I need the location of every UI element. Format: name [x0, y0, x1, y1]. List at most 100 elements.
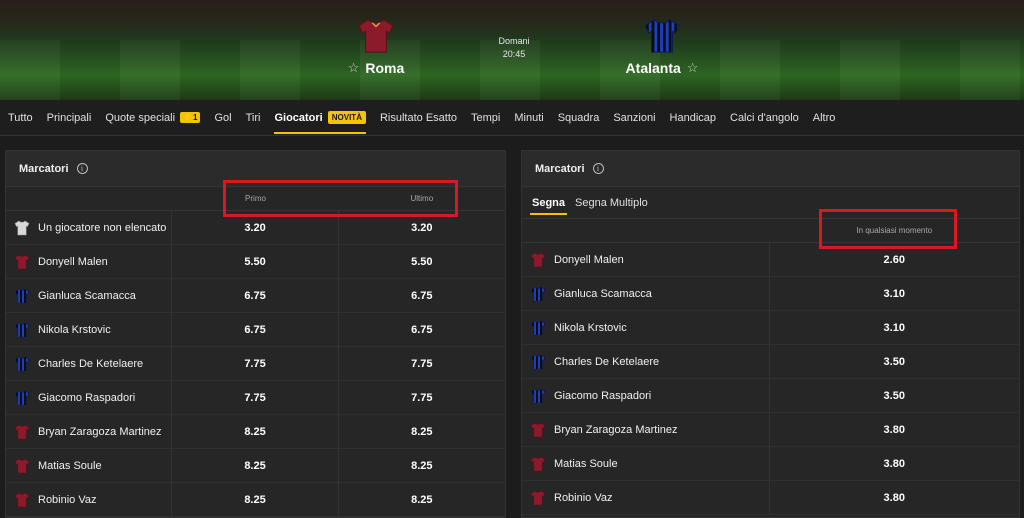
favorite-star-icon[interactable]: ☆: [687, 60, 699, 76]
roma-jersey-icon: [358, 19, 394, 53]
odd-last-button[interactable]: 6.75: [339, 279, 505, 313]
tab-handicap[interactable]: Handicap: [670, 100, 716, 136]
odd-anytime-button[interactable]: 3.10: [770, 311, 1019, 345]
player-name: Giacomo Raspadori: [554, 389, 652, 402]
subtab-segna[interactable]: Segna: [529, 187, 568, 219]
tab-sanzioni[interactable]: Sanzioni: [613, 100, 655, 136]
odd-last-button[interactable]: 7.75: [339, 381, 505, 415]
roma-jersey-icon: [530, 456, 546, 471]
scorer-row: Charles De Ketelaere 3.50: [522, 344, 1019, 379]
player-name: Gianluca Scamacca: [554, 287, 652, 300]
scorer-row: Giacomo Raspadori 7.75 7.75: [6, 380, 505, 415]
atalanta-jersey-icon: [530, 320, 546, 335]
scorer-row: Matias Soule 3.80: [522, 446, 1019, 481]
odd-first-button[interactable]: 3.20: [172, 210, 339, 245]
home-team-name: Roma: [365, 60, 405, 76]
atalanta-jersey-icon: [530, 354, 546, 369]
odd-first-button[interactable]: 5.50: [172, 244, 339, 279]
odd-anytime-button[interactable]: 3.50: [770, 379, 1019, 413]
marcatori-anytime-panel: Marcatori i Segna Segna Multiplo In qual…: [521, 150, 1020, 518]
roma-jersey-icon: [14, 458, 30, 473]
scorer-row: Gianluca Scamacca 3.10: [522, 276, 1019, 311]
odd-first-button[interactable]: 7.75: [172, 346, 339, 381]
match-time: Domani 20:45: [488, 35, 540, 61]
odd-anytime-button[interactable]: 3.80: [770, 447, 1019, 481]
subtab-segna-multiplo[interactable]: Segna Multiplo: [575, 187, 648, 219]
scorer-row: Robinio Vaz 3.80: [522, 480, 1019, 515]
player-name: Charles De Ketelaere: [38, 357, 144, 370]
odd-anytime-button[interactable]: 3.80: [770, 481, 1019, 515]
odd-last-button[interactable]: 7.75: [339, 347, 505, 381]
away-team: Atalanta ☆: [612, 18, 712, 76]
atalanta-jersey-icon: [14, 390, 30, 405]
column-header-anytime: In qualsiasi momento: [856, 226, 933, 235]
tab-risultato-esatto[interactable]: Risultato Esatto: [380, 100, 457, 136]
favorite-star-icon[interactable]: ☆: [348, 60, 360, 76]
scorer-row: Giacomo Raspadori 3.50: [522, 378, 1019, 413]
info-icon[interactable]: i: [76, 163, 88, 174]
odd-last-button[interactable]: 8.25: [339, 483, 505, 517]
odd-last-button[interactable]: 8.25: [339, 415, 505, 449]
tab-principali[interactable]: Principali: [47, 100, 92, 136]
atalanta-jersey-icon: [14, 356, 30, 371]
tab-giocatori[interactable]: Giocatori NOVITÀ: [274, 100, 366, 136]
player-cell: Nikola Krstovic: [6, 312, 173, 347]
info-icon[interactable]: i: [592, 163, 604, 174]
player-cell: Matias Soule: [522, 446, 770, 481]
tab-altro[interactable]: Altro: [813, 100, 836, 136]
odd-last-button[interactable]: 5.50: [339, 245, 505, 279]
tab-quote-speciali[interactable]: Quote speciali ⚡1: [105, 100, 201, 136]
player-cell: Giacomo Raspadori: [522, 378, 770, 413]
tab-tutto[interactable]: Tutto: [8, 100, 33, 136]
player-cell: Bryan Zaragoza Martinez: [6, 414, 173, 449]
player-cell: Robinio Vaz: [522, 480, 770, 515]
scorer-row: Robinio Vaz 8.25 8.25: [6, 482, 505, 517]
odd-first-button[interactable]: 8.25: [172, 482, 339, 517]
odd-anytime-button[interactable]: 2.60: [770, 243, 1019, 277]
marcatori-first-last-panel: Marcatori i Primo Ultimo Un giocatore no…: [5, 150, 506, 518]
away-team-name: Atalanta: [625, 60, 681, 76]
odd-first-button[interactable]: 6.75: [172, 278, 339, 313]
odd-anytime-button[interactable]: 3.10: [770, 277, 1019, 311]
panel-title: Marcatori: [19, 162, 69, 175]
roma-jersey-icon: [530, 422, 546, 437]
scorer-row: Donyell Malen 2.60: [522, 242, 1019, 277]
odd-first-button[interactable]: 8.25: [172, 414, 339, 449]
tab-tiri[interactable]: Tiri: [246, 100, 261, 136]
odd-anytime-button[interactable]: 3.80: [770, 413, 1019, 447]
odd-first-button[interactable]: 6.75: [172, 312, 339, 347]
scorer-row: Charles De Ketelaere 7.75 7.75: [6, 346, 505, 381]
match-hour: 20:45: [502, 49, 526, 59]
scorer-list: Donyell Malen 2.60 Gianluca Scamacca 3.10 Ni…: [522, 242, 1019, 515]
scorer-list: Un giocatore non elencato 3.20 3.20 Donyell…: [6, 210, 505, 517]
panel-header: Marcatori i: [6, 151, 505, 187]
odd-anytime-button[interactable]: 3.50: [770, 345, 1019, 379]
odd-last-button[interactable]: 3.20: [339, 211, 505, 245]
tab-tempi[interactable]: Tempi: [471, 100, 500, 136]
player-cell: Donyell Malen: [522, 242, 770, 277]
new-badge: NOVITÀ: [327, 111, 366, 124]
scorer-row: Nikola Krstovic 3.10: [522, 310, 1019, 345]
tab-calci-d-angolo[interactable]: Calci d'angolo: [730, 100, 799, 136]
odd-first-button[interactable]: 7.75: [172, 380, 339, 415]
atalanta-jersey-icon: [530, 388, 546, 403]
scorer-row: Donyell Malen 5.50 5.50: [6, 244, 505, 279]
player-cell: Bryan Zaragoza Martinez: [522, 412, 770, 447]
odd-first-button[interactable]: 8.25: [172, 448, 339, 483]
match-header: ☆ Roma Domani 20:45 Atalanta ☆: [0, 0, 1024, 100]
player-cell: Donyell Malen: [6, 244, 173, 279]
player-cell: Matias Soule: [6, 448, 173, 483]
odd-last-button[interactable]: 6.75: [339, 313, 505, 347]
tab-gol[interactable]: Gol: [214, 100, 231, 136]
roma-jersey-icon: [530, 490, 546, 505]
tab-squadra[interactable]: Squadra: [558, 100, 600, 136]
atalanta-jersey-icon: [530, 286, 546, 301]
player-cell: Nikola Krstovic: [522, 310, 770, 345]
player-name: Un giocatore non elencato: [38, 221, 167, 234]
odd-last-button[interactable]: 8.25: [339, 449, 505, 483]
atalanta-jersey-icon: [14, 322, 30, 337]
player-name: Charles De Ketelaere: [554, 355, 660, 368]
player-name: Bryan Zaragoza Martinez: [554, 423, 678, 436]
tab-minuti[interactable]: Minuti: [514, 100, 543, 136]
home-team: ☆ Roma: [336, 18, 416, 76]
